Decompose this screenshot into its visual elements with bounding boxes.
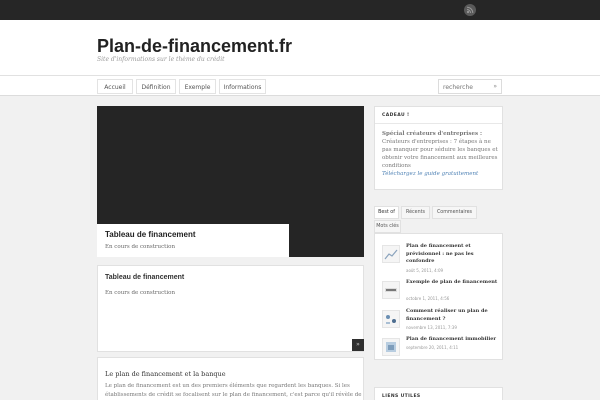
nav-item-exemple[interactable]: Exemple [179,79,216,94]
search-submit-icon[interactable]: » [493,83,497,91]
post-card: Le plan de financement et la banque Le p… [97,357,364,400]
main-nav: Accueil Définition Exemple Informations … [0,76,600,96]
post-excerpt-line: Le plan de financement est un des premie… [105,383,350,389]
popular-post-date: septembre 20, 2011, 4:11 [406,345,459,350]
slider-caption-title[interactable]: Tableau de financement [105,230,196,239]
tab-best-of[interactable]: Best of [374,206,399,219]
gift-text-line: Spécial créateurs d'entreprises : [382,131,482,137]
post-thumbnail[interactable] [382,310,400,328]
best-of-panel: Plan de financement et prévisionnel : ne… [374,233,503,360]
site-description: Site d'informations sur le thème du créd… [97,56,225,63]
list-item: Exemple de plan de financement octobre 1… [382,279,500,307]
gift-text-line: pas manquer pour séduire les banques et [382,147,498,153]
tab-mots-cles[interactable]: Mots clés [374,220,401,233]
site-title[interactable]: Plan-de-financement.fr [97,36,292,57]
post-thumbnail[interactable] [382,338,400,356]
widget-title: LIENS UTILES [382,394,421,399]
post-excerpt: En cours de construction [105,290,176,296]
list-item: Comment réaliser un plan de financement … [382,308,500,336]
popular-post-date: novembre 13, 2011, 7:39 [406,325,457,330]
popular-post-title[interactable]: Exemple de plan de financement [406,279,498,287]
nav-item-accueil[interactable]: Accueil [97,79,133,94]
read-more-button[interactable]: » [352,339,364,351]
tab-recents[interactable]: Récents [401,206,430,219]
gift-text-line: conditions [382,163,411,169]
post-card: Tableau de financement En cours de const… [97,265,364,352]
links-widget: LIENS UTILES [374,387,503,400]
post-thumbnail[interactable] [382,281,400,299]
gift-text-line: obtenir votre financement aux meilleures [382,155,498,161]
slider-caption-text: En cours de construction [105,244,176,250]
nav-item-definition[interactable]: Définition [136,79,176,94]
featured-slider: Tableau de financement En cours de const… [97,106,364,375]
slider-caption: Tableau de financement En cours de const… [97,224,289,375]
gift-widget: CADEAU ! Spécial créateurs d'entreprises… [374,106,503,190]
rss-icon[interactable] [464,4,476,16]
tab-commentaires[interactable]: Commentaires [432,206,477,219]
gift-text-line: Créateurs d'entreprises : 7 étapes à ne [382,139,491,145]
top-bar [0,0,600,20]
post-title[interactable]: Le plan de financement et la banque [105,370,226,378]
popular-post-date: août 5, 2011, 4:09 [406,268,444,273]
site-header: Plan-de-financement.fr Site d'informatio… [0,20,600,76]
gift-heading: Spécial créateurs d'entreprises : [382,131,483,137]
list-item: Plan de financement et prévisionnel : ne… [382,243,500,273]
post-thumbnail[interactable] [382,245,400,263]
post-title[interactable]: Tableau de financement [105,274,184,281]
list-item: Plan de financement immobilier septembre… [382,336,500,364]
popular-post-title[interactable]: Comment réaliser un plan de financement … [406,308,498,323]
post-excerpt-line: établissements de crédit se focalisent s… [105,392,362,398]
widget-title: CADEAU ! [382,113,410,118]
widget-header: CADEAU ! [375,107,502,124]
search-box: » [438,79,502,94]
nav-item-informations[interactable]: Informations [219,79,266,94]
sidebar-tabs: Best of Récents Commentaires Mots clés [374,205,503,233]
search-input[interactable] [443,82,487,92]
popular-post-title[interactable]: Plan de financement immobilier [406,336,498,344]
guide-download-link[interactable]: Téléchargez le guide gratuitement [382,171,478,177]
popular-post-date: octobre 1, 2011, 4:56 [406,296,450,301]
popular-post-title[interactable]: Plan de financement et prévisionnel : ne… [406,243,498,266]
